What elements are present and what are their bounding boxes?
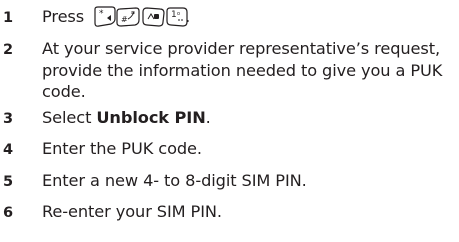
step-text-prefix: Select [42,108,97,127]
svg-text:o: o [177,11,180,17]
instruction-steps: 1 Press * # ⊠ 1 o . 2 At your service pr… [0,0,459,242]
step-text: Enter a new 4- to 8-digit SIM PIN. [42,171,307,190]
hash-key-icon: # ⊠ [116,7,140,27]
step-number: 6 [3,205,14,221]
svg-text:#: # [121,15,128,24]
step-text-prefix: Press [42,7,90,26]
step-text: Enter the PUK code. [42,139,202,158]
svg-text:1: 1 [171,10,177,20]
step-number: 5 [3,174,14,190]
step-number: 1 [3,10,14,26]
svg-text:⊠: ⊠ [131,11,135,16]
menu-option-label: Unblock PIN [96,108,206,127]
step-text: At your service provider representative’… [42,38,454,103]
step-number: 2 [3,42,14,58]
one-key-icon: 1 o [166,7,188,27]
star-key-icon: * [94,6,116,27]
step-text-line-2: provide the information needed to give y… [42,60,443,80]
step-number: 3 [3,111,14,127]
key-sequence-graphic: * # ⊠ 1 o [94,6,188,27]
step-text-suffix: . [205,108,211,127]
step-text-line-1: At your service provider representative’… [42,39,441,58]
svg-text:*: * [99,9,104,19]
zero-key-icon [142,7,165,27]
step-text: Re-enter your SIM PIN. [42,202,222,221]
step-text: Press * # ⊠ 1 o . [42,6,454,28]
key-sequence: * # ⊠ 1 o [93,6,189,28]
step-number: 4 [3,142,14,158]
step-text: Select Unblock PIN. [42,107,454,129]
step-text-line-3: code. [42,82,86,101]
